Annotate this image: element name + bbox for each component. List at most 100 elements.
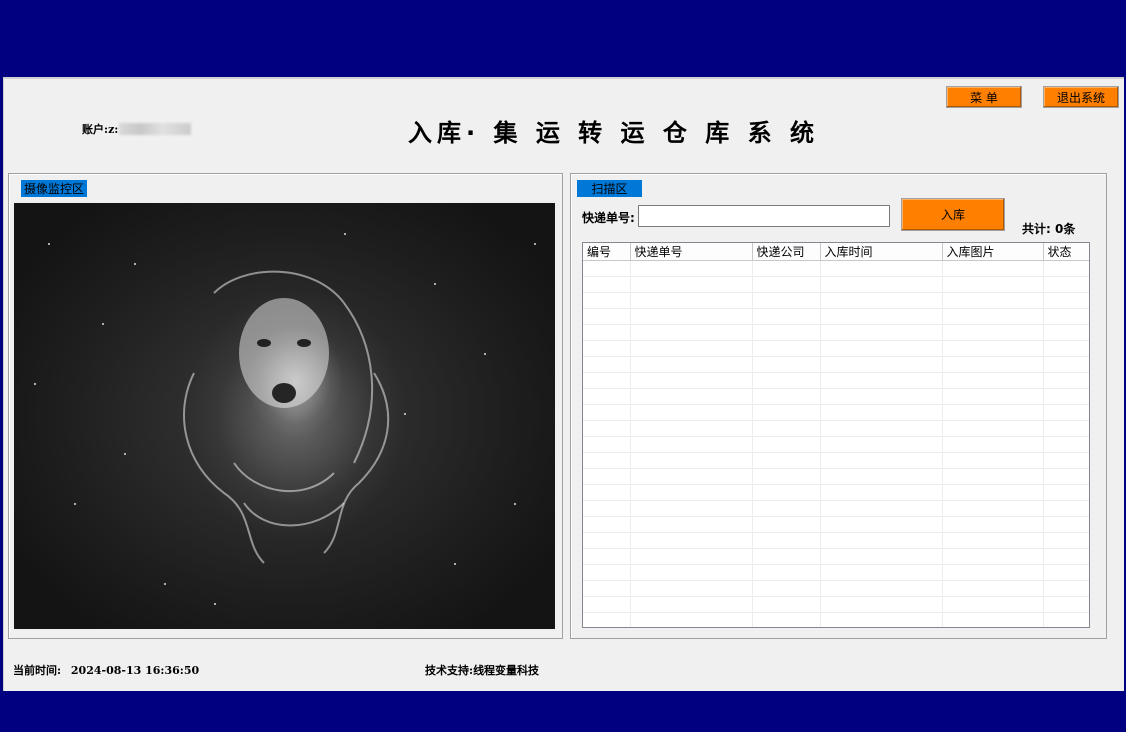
empty-table-cell (942, 452, 1044, 469)
empty-table-cell (583, 500, 631, 517)
empty-table-cell (583, 436, 631, 453)
empty-table-row (583, 372, 1089, 389)
tech-support-label: 技术支持: (425, 664, 474, 677)
empty-table-row (583, 324, 1089, 341)
empty-table-row (583, 388, 1089, 405)
empty-table-cell (583, 388, 631, 405)
total-value: 0条 (1055, 222, 1076, 236)
empty-table-cell (630, 260, 753, 277)
current-time-value: 2024-08-13 16:36:50 (70, 664, 200, 677)
menu-button[interactable]: 菜 单 (946, 86, 1022, 108)
empty-table-row (583, 292, 1089, 309)
empty-table-cell (752, 340, 821, 357)
empty-table-cell (752, 276, 821, 293)
empty-table-cell (630, 292, 753, 309)
empty-table-cell (1043, 356, 1089, 373)
empty-table-cell (942, 420, 1044, 437)
empty-table-cell (820, 436, 943, 453)
empty-table-cell (583, 564, 631, 581)
empty-table-cell (820, 484, 943, 501)
empty-table-cell (583, 372, 631, 389)
inbound-button[interactable]: 入库 (901, 198, 1005, 231)
empty-table-cell (630, 356, 753, 373)
empty-table-row (583, 436, 1089, 453)
empty-table-cell (942, 436, 1044, 453)
wolf-in-smoke-image (183, 270, 390, 564)
empty-table-cell (820, 532, 943, 549)
empty-table-cell (630, 548, 753, 565)
column-header-tracking-number[interactable]: 快递单号 (630, 243, 753, 261)
empty-table-row (583, 500, 1089, 517)
empty-table-cell (942, 356, 1044, 373)
table-header-row: 编号 快递单号 快递公司 入库时间 入库图片 状态 (583, 243, 1089, 261)
empty-table-cell (1043, 596, 1089, 613)
empty-table-cell (583, 324, 631, 341)
empty-table-cell (1043, 564, 1089, 581)
empty-table-cell (942, 580, 1044, 597)
empty-table-cell (1043, 436, 1089, 453)
column-header-courier[interactable]: 快递公司 (752, 243, 821, 261)
exit-system-button[interactable]: 退出系统 (1043, 86, 1119, 108)
column-header-inbound-image[interactable]: 入库图片 (942, 243, 1044, 261)
empty-table-cell (1043, 308, 1089, 325)
empty-table-row (583, 468, 1089, 485)
empty-table-cell (1043, 532, 1089, 549)
empty-table-cell (820, 292, 943, 309)
empty-table-cell (1043, 292, 1089, 309)
empty-table-cell (630, 276, 753, 293)
total-label: 共计: (1022, 222, 1051, 236)
empty-table-cell (630, 484, 753, 501)
empty-table-cell (942, 548, 1044, 565)
empty-table-cell (630, 372, 753, 389)
empty-table-cell (752, 564, 821, 581)
empty-table-cell (583, 356, 631, 373)
column-header-inbound-time[interactable]: 入库时间 (820, 243, 943, 261)
empty-table-cell (820, 388, 943, 405)
camera-feed (14, 203, 555, 629)
page-title: 入库· 集 运 转 运 仓 库 系 统 (408, 119, 819, 147)
empty-table-cell (583, 596, 631, 613)
empty-table-cell (752, 516, 821, 533)
empty-table-row (583, 340, 1089, 357)
empty-table-cell (820, 516, 943, 533)
empty-table-cell (942, 372, 1044, 389)
empty-table-cell (752, 580, 821, 597)
empty-table-cell (752, 484, 821, 501)
empty-table-cell (752, 468, 821, 485)
empty-table-row (583, 612, 1089, 627)
empty-table-row (583, 516, 1089, 533)
inbound-table[interactable]: 编号 快递单号 快递公司 入库时间 入库图片 状态 (582, 242, 1090, 628)
empty-table-cell (630, 388, 753, 405)
account-label: 账户: (82, 123, 109, 136)
empty-table-cell (1043, 372, 1089, 389)
empty-table-cell (1043, 612, 1089, 627)
empty-table-cell (820, 340, 943, 357)
empty-table-cell (752, 260, 821, 277)
empty-table-cell (1043, 580, 1089, 597)
empty-table-cell (630, 452, 753, 469)
account-redacted-blur (119, 123, 192, 135)
empty-table-cell (630, 308, 753, 325)
empty-table-cell (630, 612, 753, 627)
empty-table-cell (752, 420, 821, 437)
empty-table-cell (820, 356, 943, 373)
column-header-status[interactable]: 状态 (1043, 243, 1089, 261)
empty-table-cell (820, 276, 943, 293)
empty-table-cell (942, 484, 1044, 501)
empty-table-cell (820, 452, 943, 469)
empty-table-cell (1043, 468, 1089, 485)
tech-support-value: 线程变量科技 (473, 664, 540, 677)
empty-table-cell (630, 532, 753, 549)
empty-table-cell (1043, 516, 1089, 533)
empty-table-cell (942, 468, 1044, 485)
tracking-number-label: 快递单号: (582, 211, 635, 225)
empty-table-cell (942, 324, 1044, 341)
empty-table-cell (820, 500, 943, 517)
empty-table-cell (942, 564, 1044, 581)
empty-table-row (583, 484, 1089, 501)
empty-table-cell (942, 404, 1044, 421)
empty-table-cell (942, 292, 1044, 309)
scan-panel-tag: 扫描区 (577, 180, 642, 197)
column-header-id[interactable]: 编号 (583, 243, 631, 261)
tracking-number-input[interactable] (638, 205, 890, 227)
